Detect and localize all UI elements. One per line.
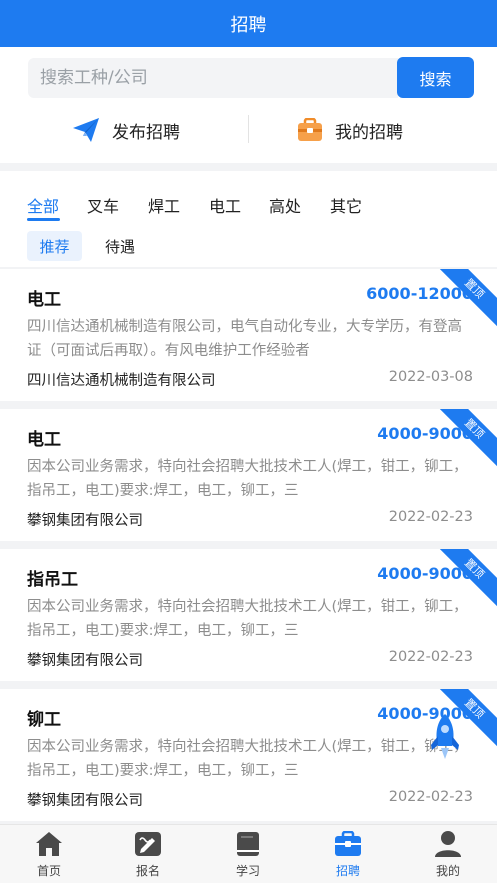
search-button[interactable]: 搜索 bbox=[397, 57, 474, 98]
my-jobs-label: 我的招聘 bbox=[335, 122, 403, 143]
tab-label: 学习 bbox=[235, 864, 260, 878]
category-tab-other[interactable]: 其它 bbox=[330, 193, 362, 217]
category-tab-height-work[interactable]: 高处 bbox=[269, 193, 301, 217]
job-description: 因本公司业务需求，特向社会招聘大批技术工人(焊工，钳工，铆工，指吊工，电工)要求… bbox=[27, 599, 468, 639]
briefcase-icon bbox=[297, 118, 323, 142]
job-title: 电工 bbox=[27, 430, 61, 450]
briefcase-icon bbox=[334, 829, 362, 859]
tab-label: 我的 bbox=[435, 864, 460, 878]
search-box[interactable] bbox=[28, 58, 398, 98]
job-date: 2022-02-23 bbox=[388, 649, 473, 665]
job-date: 2022-02-23 bbox=[388, 789, 473, 805]
my-jobs-button[interactable]: 我的招聘 bbox=[297, 111, 403, 149]
sort-tab-recommended[interactable]: 推荐 bbox=[27, 231, 82, 261]
post-job-label: 发布招聘 bbox=[112, 122, 180, 143]
tab-signup[interactable]: 报名 bbox=[118, 829, 178, 881]
search-button-label: 搜索 bbox=[419, 69, 452, 89]
job-company: 攀钢集团有限公司 bbox=[27, 793, 143, 809]
job-title: 指吊工 bbox=[27, 570, 78, 590]
category-tab-electrician[interactable]: 电工 bbox=[209, 193, 241, 217]
sort-tab-label: 待遇 bbox=[104, 237, 135, 256]
job-description: 四川信达通机械制造有限公司，电气自动化专业，大专学历，有登高证（可面试后再取）。… bbox=[27, 319, 462, 359]
job-card[interactable]: 指吊工 4000-9000 因本公司业务需求，特向社会招聘大批技术工人(焊工，钳… bbox=[0, 549, 497, 681]
job-title: 铆工 bbox=[27, 710, 61, 730]
job-description: 因本公司业务需求，特向社会招聘大批技术工人(焊工，钳工，铆工，指吊工，电工)要求… bbox=[27, 739, 468, 779]
search-input[interactable] bbox=[40, 68, 398, 88]
sort-tab-salary[interactable]: 待遇 bbox=[100, 231, 140, 261]
filter-panel: 全部 叉车 焊工 电工 高处 其它 推荐 待遇 bbox=[0, 171, 497, 267]
top-panel: 搜索 发布招聘 我的招聘 bbox=[0, 47, 497, 163]
page-header: 招聘 bbox=[0, 0, 497, 47]
tab-label: 报名 bbox=[135, 864, 160, 878]
back-to-top-rocket-icon[interactable] bbox=[428, 712, 462, 762]
job-company: 四川信达通机械制造有限公司 bbox=[27, 373, 216, 389]
job-company: 攀钢集团有限公司 bbox=[27, 653, 143, 669]
bottom-tab-bar: 首页 报名 学习 招聘 我的 bbox=[0, 824, 497, 883]
tab-home[interactable]: 首页 bbox=[19, 829, 79, 881]
job-card[interactable]: 铆工 4000-9000 因本公司业务需求，特向社会招聘大批技术工人(焊工，钳工… bbox=[0, 689, 497, 821]
category-tab-welder[interactable]: 焊工 bbox=[148, 193, 180, 217]
action-divider bbox=[248, 115, 249, 143]
paper-plane-icon bbox=[72, 117, 100, 143]
tab-study[interactable]: 学习 bbox=[218, 829, 278, 881]
job-date: 2022-03-08 bbox=[388, 369, 473, 385]
job-description: 因本公司业务需求，特向社会招聘大批技术工人(焊工，钳工，铆工，指吊工，电工)要求… bbox=[27, 459, 468, 499]
signup-icon bbox=[134, 829, 162, 859]
category-active-indicator bbox=[27, 218, 60, 221]
category-tab-forklift[interactable]: 叉车 bbox=[87, 193, 119, 217]
job-company: 攀钢集团有限公司 bbox=[27, 513, 143, 529]
tab-label: 招聘 bbox=[335, 864, 360, 878]
tab-label: 首页 bbox=[36, 864, 61, 878]
job-card[interactable]: 电工 4000-9000 因本公司业务需求，特向社会招聘大批技术工人(焊工，钳工… bbox=[0, 409, 497, 541]
book-icon bbox=[235, 829, 261, 859]
user-icon bbox=[434, 829, 462, 859]
post-job-button[interactable]: 发布招聘 bbox=[72, 111, 180, 149]
job-title: 电工 bbox=[27, 290, 61, 310]
sort-tab-label: 推荐 bbox=[39, 237, 70, 256]
job-date: 2022-02-23 bbox=[388, 509, 473, 525]
page-title: 招聘 bbox=[230, 14, 267, 36]
job-card[interactable]: 电工 6000-12000 四川信达通机械制造有限公司，电气自动化专业，大专学历… bbox=[0, 269, 497, 401]
category-tab-all[interactable]: 全部 bbox=[27, 193, 59, 217]
tab-recruit[interactable]: 招聘 bbox=[318, 829, 378, 881]
home-icon bbox=[35, 829, 63, 859]
tab-profile[interactable]: 我的 bbox=[418, 829, 478, 881]
